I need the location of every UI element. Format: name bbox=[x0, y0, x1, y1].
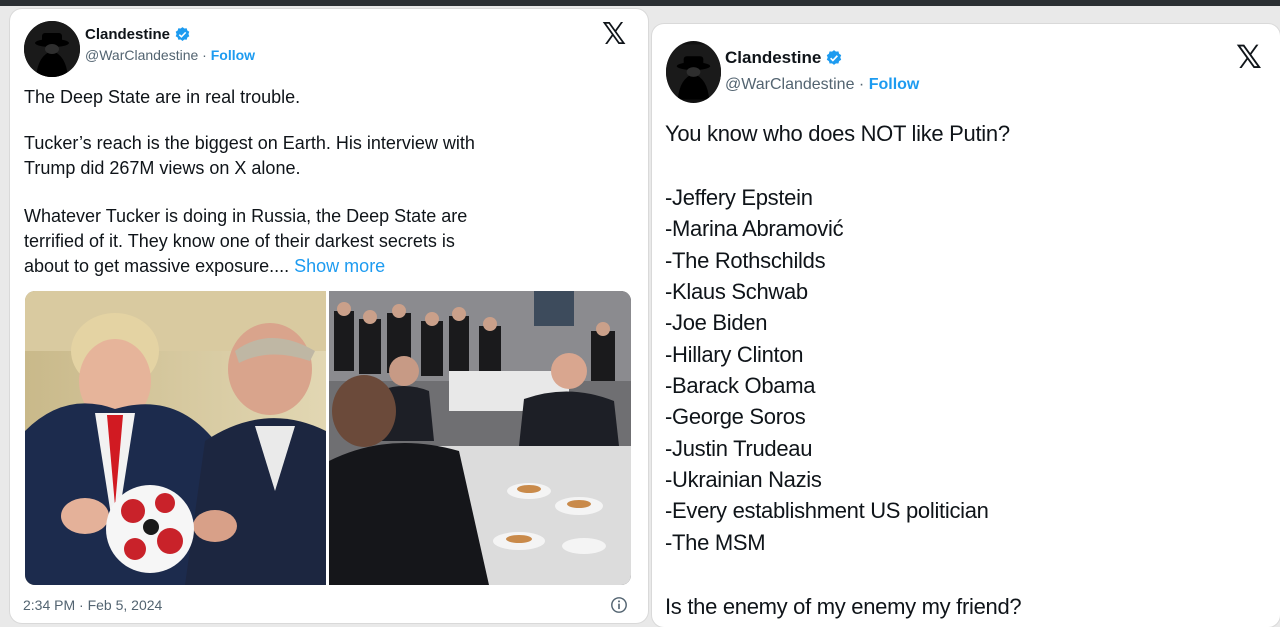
media-photo-left[interactable] bbox=[25, 291, 326, 585]
list-item: -Hillary Clinton bbox=[665, 342, 804, 367]
handle[interactable]: @WarClandestine bbox=[725, 76, 854, 93]
avatar-spy-icon bbox=[24, 21, 80, 77]
list-item: -Every establishment US politician bbox=[665, 498, 989, 523]
tweet-question: You know who does NOT like Putin? bbox=[665, 121, 1010, 146]
x-logo-icon[interactable]: 𝕏 bbox=[602, 17, 626, 52]
handle-row: @WarClandestine · Follow bbox=[85, 47, 255, 63]
top-edge-bar bbox=[0, 0, 1280, 6]
list-item: -Jeffery Epstein bbox=[665, 185, 813, 210]
tweet-paragraph-3-text: Whatever Tucker is doing in Russia, the … bbox=[24, 206, 468, 276]
list-item: -Klaus Schwab bbox=[665, 279, 808, 304]
follow-button[interactable]: Follow bbox=[211, 47, 255, 63]
tweet-closing-question: Is the enemy of my enemy my friend? bbox=[665, 594, 1022, 619]
list-item: -Barack Obama bbox=[665, 373, 816, 398]
display-name[interactable]: Clandestine bbox=[725, 48, 821, 68]
x-logo-icon[interactable]: 𝕏 bbox=[1236, 38, 1262, 76]
handle[interactable]: @WarClandestine bbox=[85, 47, 198, 63]
list-item: -Marina Abramović bbox=[665, 216, 844, 241]
tweet-card-left[interactable]: Clandestine @WarClandestine · Follow 𝕏 T… bbox=[10, 9, 648, 623]
list-item: -George Soros bbox=[665, 404, 806, 429]
separator: · bbox=[198, 47, 211, 63]
avatar-spy-icon bbox=[666, 44, 721, 100]
display-name-row: Clandestine bbox=[725, 48, 843, 68]
display-name-row: Clandestine bbox=[85, 26, 191, 43]
tweet-media[interactable] bbox=[25, 291, 631, 585]
tweet-paragraph-1: The Deep State are in real trouble. bbox=[24, 87, 301, 107]
avatar[interactable] bbox=[24, 21, 80, 77]
tweet-paragraph-2: Tucker’s reach is the biggest on Earth. … bbox=[24, 133, 475, 178]
list-item: -The Rothschilds bbox=[665, 248, 826, 273]
handle-row: @WarClandestine · Follow bbox=[725, 76, 919, 94]
list-item: -The MSM bbox=[665, 530, 766, 555]
tweet-paragraph-3: Whatever Tucker is doing in Russia, the … bbox=[24, 204, 467, 279]
avatar[interactable] bbox=[666, 41, 721, 103]
verified-badge-icon bbox=[827, 50, 842, 65]
verified-badge-icon bbox=[175, 27, 190, 41]
display-name[interactable]: Clandestine bbox=[85, 26, 170, 43]
media-photo-right[interactable] bbox=[329, 291, 631, 585]
info-icon[interactable] bbox=[610, 596, 628, 614]
tweet-card-right[interactable]: Clandestine @WarClandestine · Follow 𝕏 Y… bbox=[652, 24, 1280, 627]
tweet-timestamp[interactable]: 2:34 PM · Feb 5, 2024 bbox=[23, 597, 162, 613]
show-more-link[interactable]: Show more bbox=[294, 256, 385, 276]
list-item: -Joe Biden bbox=[665, 310, 768, 335]
separator: · bbox=[854, 76, 869, 93]
list-item: -Ukrainian Nazis bbox=[665, 467, 822, 492]
follow-button[interactable]: Follow bbox=[869, 76, 920, 93]
list-item: -Justin Trudeau bbox=[665, 436, 813, 461]
